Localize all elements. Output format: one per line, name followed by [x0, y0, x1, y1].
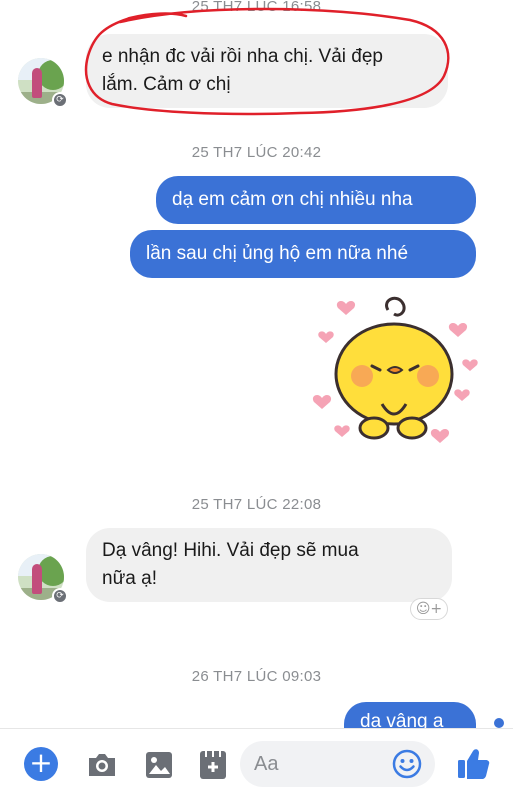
message-line: nữa ạ!: [102, 568, 157, 589]
incoming-message[interactable]: Dạ vâng! Hihi. Vải đẹp sẽ mua nữa ạ!: [86, 528, 452, 602]
outgoing-message[interactable]: lần sau chị ủng hộ em nữa nhé: [130, 230, 476, 278]
outgoing-message[interactable]: dạ em cảm ơn chị nhiều nha: [156, 176, 476, 224]
timestamp: 25 TH7 LÚC 22:08: [191, 496, 322, 513]
seen-indicator: [494, 718, 504, 728]
plus-icon[interactable]: +: [24, 747, 58, 781]
message-input[interactable]: [254, 749, 384, 779]
gallery-icon[interactable]: [144, 750, 174, 780]
yellow-chick-hearts-sticker[interactable]: [312, 296, 482, 456]
sync-badge-icon: ⟳: [52, 588, 68, 604]
sticker-icon[interactable]: [198, 749, 228, 781]
conversation-thread: 25 TH7 LÚC 16:58 ⟳ e nhận đc vải rồi nha…: [0, 0, 513, 730]
timestamp: 25 TH7 LÚC 20:42: [191, 144, 322, 161]
timestamp: 26 TH7 LÚC 09:03: [191, 668, 322, 685]
red-circle-annotation: [84, 7, 450, 116]
add-reaction-icon[interactable]: ☺+: [410, 598, 448, 620]
emoji-icon[interactable]: [392, 749, 422, 779]
message-composer[interactable]: [240, 741, 435, 787]
camera-icon[interactable]: [86, 751, 118, 779]
message-line: Dạ vâng! Hihi. Vải đẹp sẽ mua: [102, 540, 359, 561]
message-toolbar: +: [0, 728, 513, 800]
thumbs-up-icon[interactable]: [456, 746, 490, 780]
outgoing-message[interactable]: dạ vâng ạ: [344, 702, 476, 730]
